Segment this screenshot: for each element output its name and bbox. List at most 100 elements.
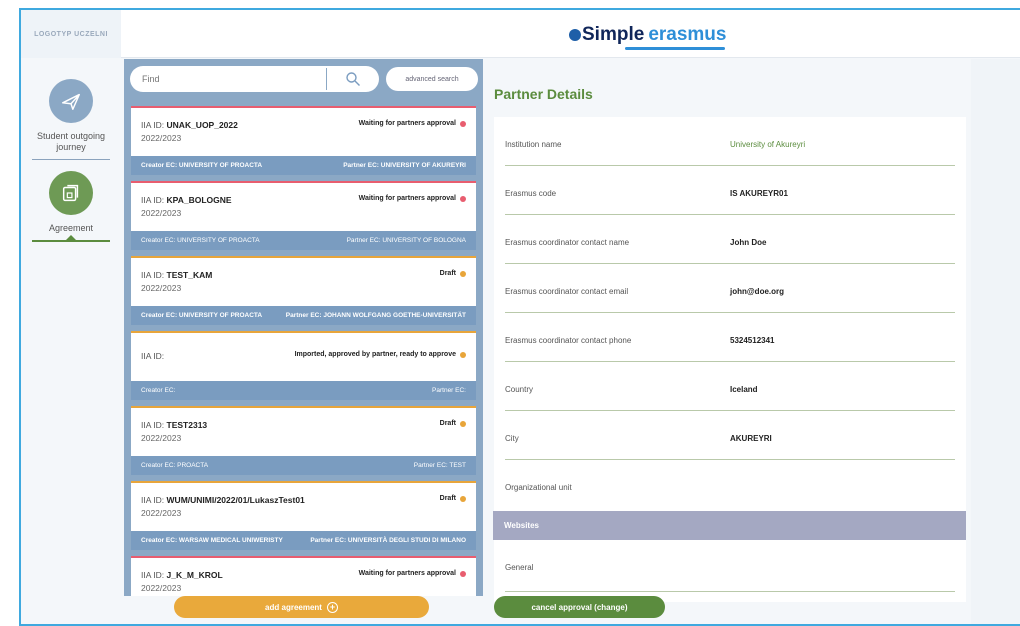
list-item[interactable]: IIA ID: KPA_BOLOGNE 2022/2023 Waiting fo…	[131, 181, 476, 250]
detail-label: Country	[505, 385, 534, 394]
card-ec-bar: Creator EC: Partner EC:	[131, 381, 476, 400]
iia-id: IIA ID:	[141, 351, 165, 361]
detail-value: University of Akureyri	[730, 140, 806, 149]
status-badge: Draft	[440, 270, 466, 277]
status-badge: Waiting for partners approval	[359, 120, 466, 127]
detail-row-country: Country Iceland	[505, 362, 955, 411]
page-title: Partner Details	[494, 86, 593, 102]
academic-year: 2022/2023	[141, 508, 182, 518]
card-top: IIA ID: TEST_KAM 2022/2023 Draft	[131, 256, 476, 306]
search-bar	[130, 66, 379, 92]
list-item[interactable]: IIA ID: UNAK_UOP_2022 2022/2023 Waiting …	[131, 106, 476, 175]
add-agreement-button[interactable]: add agreement +	[174, 596, 429, 618]
status-badge: Draft	[440, 420, 466, 427]
detail-label: General	[505, 563, 534, 572]
card-ec-bar: Creator EC: UNIVERSITY OF PROACTA Partner…	[131, 156, 476, 175]
detail-label: Institution name	[505, 140, 562, 149]
academic-year: 2022/2023	[141, 433, 182, 443]
websites-section-header: Websites	[493, 511, 966, 540]
top-header: LOGOTYP UCZELNI Simple erasmus	[21, 10, 1020, 58]
iia-id: IIA ID: KPA_BOLOGNE	[141, 195, 232, 205]
status-badge: Imported, approved by partner, ready to …	[295, 351, 466, 358]
card-top: IIA ID: WUM/UNIMI/2022/01/LukaszTest01 2…	[131, 481, 476, 531]
status-dot-icon	[460, 195, 466, 202]
active-caret-icon	[66, 235, 76, 240]
list-item[interactable]: IIA ID: WUM/UNIMI/2022/01/LukaszTest01 2…	[131, 481, 476, 550]
status-badge: Waiting for partners approval	[359, 195, 466, 202]
detail-row-contact-email: Erasmus coordinator contact email john@d…	[505, 264, 955, 313]
right-background-strip	[971, 59, 1020, 624]
status-dot-icon	[460, 495, 466, 502]
detail-value: 5324512341	[730, 336, 775, 345]
search-icon[interactable]	[327, 71, 379, 87]
detail-label: Erasmus code	[505, 189, 557, 198]
detail-row-institution: Institution name University of Akureyri	[505, 117, 955, 166]
detail-label: Erasmus coordinator contact name	[505, 238, 630, 247]
detail-label: City	[505, 434, 519, 443]
detail-row-general: General	[505, 540, 955, 592]
iia-id: IIA ID: TEST2313	[141, 420, 208, 430]
detail-row-org-unit: Organizational unit	[505, 460, 955, 509]
list-item[interactable]: IIA ID: TEST_KAM 2022/2023 Draft Creator…	[131, 256, 476, 325]
sidebar-item-agreement[interactable]: Agreement	[21, 171, 121, 242]
card-top: IIA ID: Imported, approved by partner, r…	[131, 331, 476, 381]
search-input[interactable]	[130, 74, 326, 84]
documents-icon	[49, 171, 93, 215]
card-ec-bar: Creator EC: UNIVERSITY OF PROACTA Partner…	[131, 306, 476, 325]
detail-label: Erasmus coordinator contact email	[505, 287, 629, 296]
academic-year: 2022/2023	[141, 583, 182, 593]
status-dot-icon	[460, 420, 466, 427]
partner-details: Partner Details Institution name Univers…	[493, 74, 966, 602]
university-logo: LOGOTYP UCZELNI	[21, 10, 121, 58]
academic-year: 2022/2023	[141, 133, 182, 143]
status-badge: Draft	[440, 495, 466, 502]
brand-part2: erasmus	[648, 24, 727, 45]
card-ec-bar: Creator EC: WARSAW MEDICAL UNIWERISTY Par…	[131, 531, 476, 550]
status-dot-icon	[460, 351, 466, 358]
academic-year: 2022/2023	[141, 283, 182, 293]
detail-value: john@doe.org	[730, 287, 785, 296]
plus-icon: +	[326, 601, 338, 613]
card-ec-bar: Creator EC: PROACTA Partner EC: TEST	[131, 456, 476, 475]
detail-row-contact-name: Erasmus coordinator contact name John Do…	[505, 215, 955, 264]
detail-label: Organizational unit	[505, 483, 572, 492]
academic-year: 2022/2023	[141, 208, 182, 218]
iia-id: IIA ID: UNAK_UOP_2022	[141, 120, 238, 130]
details-box: Institution name University of Akureyri …	[493, 117, 966, 602]
brand-underline	[625, 47, 725, 50]
detail-value: AKUREYRI	[730, 434, 772, 443]
detail-label: Erasmus coordinator contact phone	[505, 336, 632, 345]
list-item[interactable]: IIA ID: Imported, approved by partner, r…	[131, 331, 476, 400]
detail-row-contact-phone: Erasmus coordinator contact phone 532451…	[505, 313, 955, 362]
card-top: IIA ID: UNAK_UOP_2022 2022/2023 Waiting …	[131, 106, 476, 156]
card-top: IIA ID: KPA_BOLOGNE 2022/2023 Waiting fo…	[131, 181, 476, 231]
nav-active-divider	[32, 240, 110, 242]
list-item[interactable]: IIA ID: TEST2313 2022/2023 Draft Creator…	[131, 406, 476, 475]
brand-part1: Simple	[582, 24, 645, 45]
brand-logo[interactable]: Simple erasmus	[569, 24, 726, 46]
status-dot-icon	[460, 270, 466, 277]
add-agreement-label: add agreement	[265, 602, 322, 612]
list-item[interactable]: IIA ID: J_K_M_KROL 2022/2023 Waiting for…	[131, 556, 476, 596]
sidebar: Student outgoing journey Agreement	[21, 59, 121, 624]
card-top: IIA ID: TEST2313 2022/2023 Draft	[131, 406, 476, 456]
nav-divider	[32, 159, 110, 160]
detail-value: IS AKUREYR01	[730, 189, 788, 198]
detail-value: Iceland	[730, 385, 758, 394]
sidebar-item-label: Student outgoing journey	[36, 131, 106, 152]
iia-id: IIA ID: J_K_M_KROL	[141, 570, 223, 580]
detail-row-city: City AKUREYRI	[505, 411, 955, 460]
plane-icon	[49, 79, 93, 123]
iia-id: IIA ID: WUM/UNIMI/2022/01/LukaszTest01	[141, 495, 305, 505]
sidebar-item-student-journey[interactable]: Student outgoing journey	[21, 79, 121, 160]
advanced-search-button[interactable]: advanced search	[386, 67, 478, 91]
sidebar-item-label: Agreement	[48, 223, 94, 233]
agreements-panel: advanced search IIA ID: UNAK_UOP_2022 20…	[124, 59, 483, 596]
status-badge: Waiting for partners approval	[359, 570, 466, 577]
status-dot-icon	[460, 570, 466, 577]
brand-dot-icon	[569, 29, 581, 41]
detail-row-erasmus-code: Erasmus code IS AKUREYR01	[505, 166, 955, 215]
card-top: IIA ID: J_K_M_KROL 2022/2023 Waiting for…	[131, 556, 476, 596]
agreements-list: IIA ID: UNAK_UOP_2022 2022/2023 Waiting …	[124, 106, 483, 596]
cancel-approval-button[interactable]: cancel approval (change)	[494, 596, 665, 618]
